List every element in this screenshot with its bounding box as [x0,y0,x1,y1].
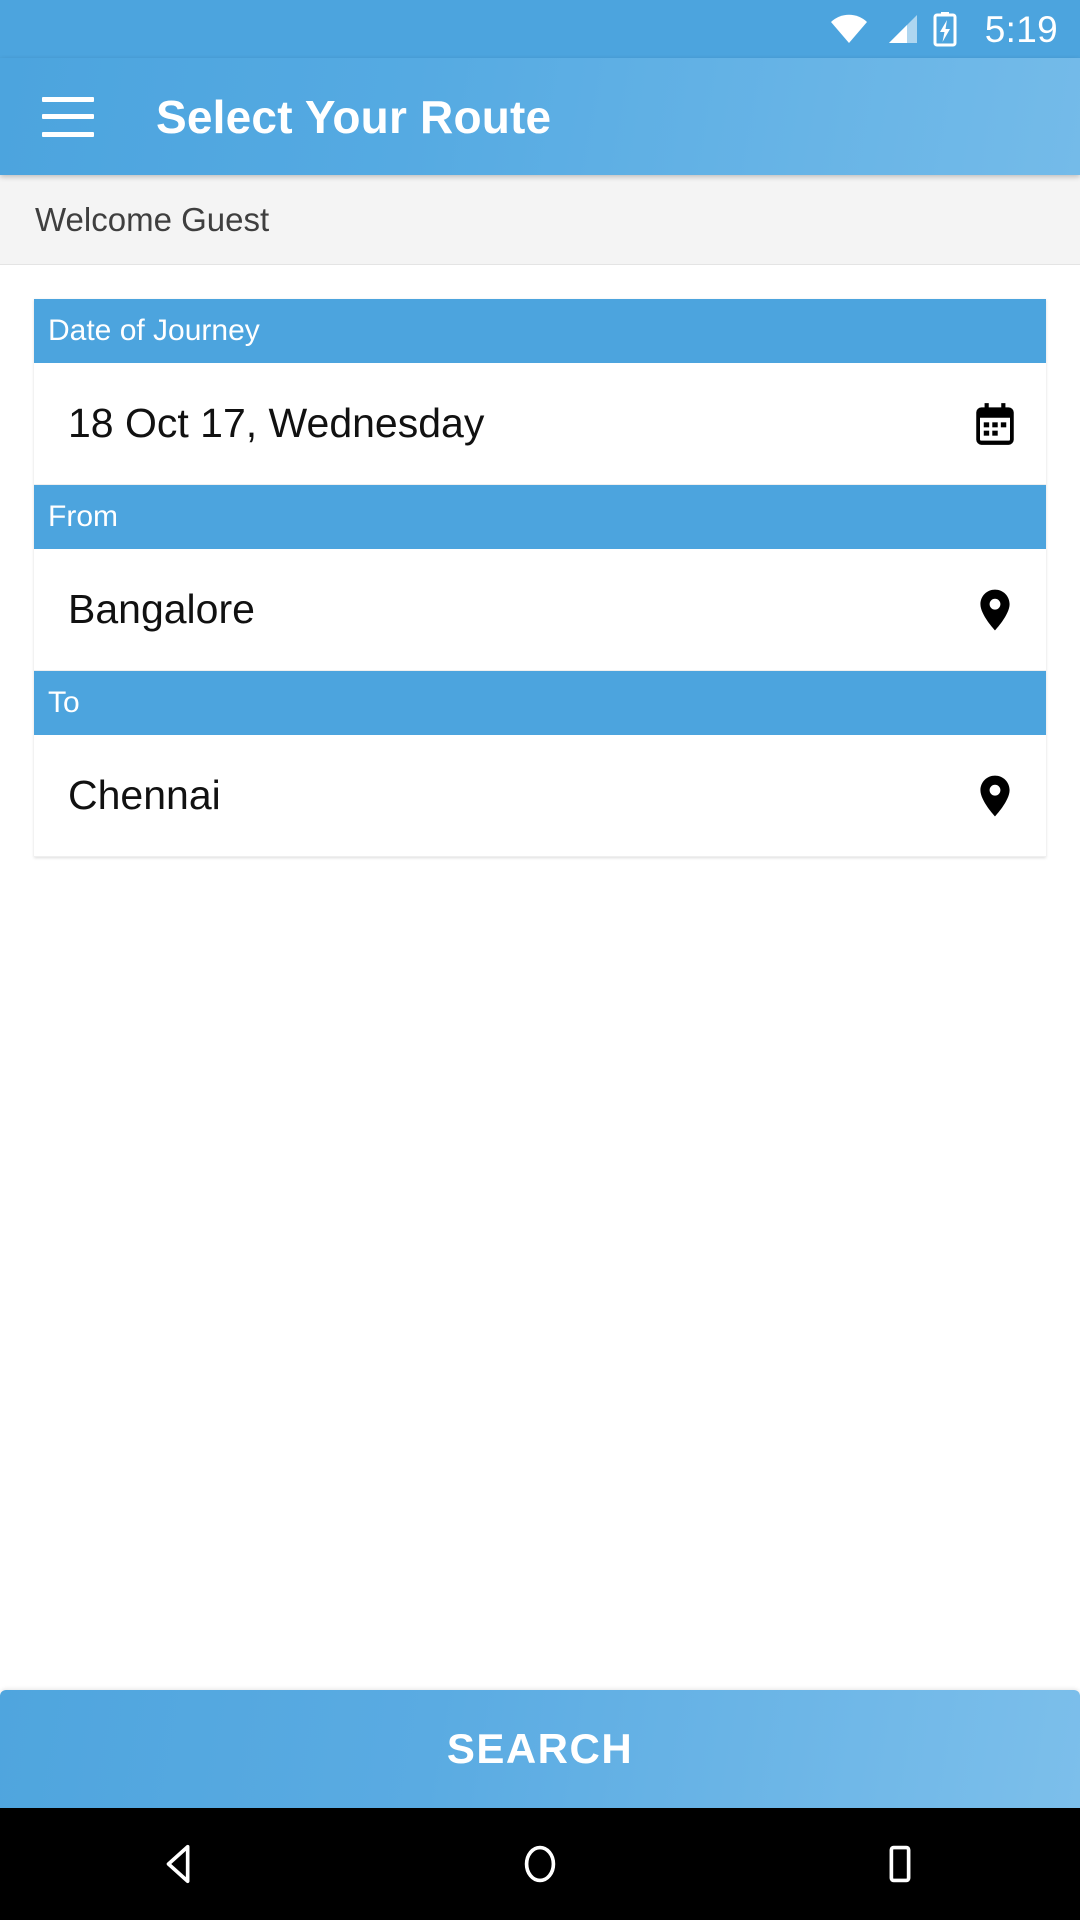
route-form-card: Date of Journey 18 Oct 17, Wednesday Fro… [34,299,1046,857]
welcome-text: Welcome Guest [35,200,270,238]
field-label-to: To [34,671,1046,735]
back-icon[interactable] [90,1808,270,1920]
status-bar: 5:19 [0,0,1080,58]
recents-icon[interactable] [810,1808,990,1920]
status-bar-icons: 5:19 [829,11,1058,48]
field-label-date-of-journey: Date of Journey [34,299,1046,363]
field-label-from: From [34,485,1046,549]
field-value-date-of-journey: 18 Oct 17, Wednesday [68,400,485,446]
wifi-icon [830,14,867,44]
welcome-bar: Welcome Guest [0,175,1080,265]
search-button-label: SEARCH [446,1725,634,1772]
hamburger-menu-icon[interactable] [42,96,94,137]
calendar-icon[interactable] [968,397,1022,451]
field-row-date-of-journey[interactable]: 18 Oct 17, Wednesday [34,363,1046,485]
field-value-from: Bangalore [68,586,255,632]
home-icon[interactable] [450,1808,630,1920]
field-value-to: Chennai [68,772,221,818]
phone-screen: 5:19 Select Your Route Welcome Guest Dat… [0,0,1080,1920]
location-pin-icon-to[interactable] [968,769,1022,823]
location-pin-icon-from[interactable] [968,583,1022,637]
search-button[interactable]: SEARCH [0,1690,1080,1808]
android-navigation-bar [0,1808,1080,1920]
status-bar-clock: 5:19 [984,8,1058,50]
cellular-signal-icon [888,15,917,43]
app-bar: Select Your Route [0,58,1080,175]
main-content: Date of Journey 18 Oct 17, Wednesday Fro… [0,265,1080,1690]
page-title: Select Your Route [156,90,552,143]
field-row-from[interactable]: Bangalore [34,549,1046,671]
field-row-to[interactable]: Chennai [34,735,1046,857]
battery-charging-icon [933,12,957,47]
